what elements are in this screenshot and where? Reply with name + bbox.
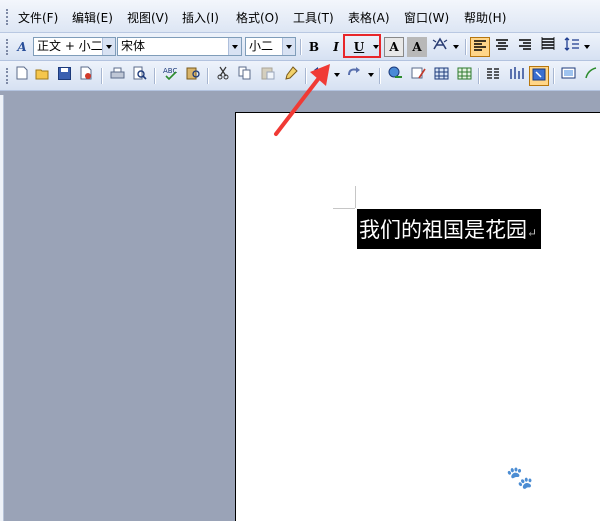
font-dropdown[interactable]: 宋体 — [117, 37, 242, 56]
distributed-align-button[interactable] — [538, 37, 558, 57]
separator — [379, 68, 381, 84]
menu-bar: 文件(F) 编辑(E) 视图(V) 插入(I) 格式(O) 工具(T) 表格(A… — [0, 0, 600, 33]
font-size-value: 小二 — [249, 39, 274, 53]
vertical-ruler — [0, 95, 4, 521]
toolbar-grip[interactable] — [6, 39, 8, 55]
menu-window[interactable]: 窗口(W) — [404, 9, 449, 27]
redo-icon[interactable] — [343, 66, 363, 86]
separator — [101, 68, 103, 84]
chevron-down-icon[interactable] — [228, 38, 241, 55]
chevron-down-icon[interactable] — [282, 38, 295, 55]
paw-icon: 🐾 — [506, 466, 534, 491]
font-value: 宋体 — [121, 39, 146, 53]
separator — [553, 68, 555, 84]
print-icon[interactable] — [107, 66, 127, 86]
separator — [465, 39, 467, 55]
watermark-brand2: 经验 — [533, 462, 586, 492]
line-spacing-dropdown-arrow[interactable] — [584, 45, 590, 49]
baidu-watermark: Bai🐾经验 jingyan.baidu.com — [460, 456, 600, 516]
align-left-button[interactable] — [470, 37, 490, 57]
separator — [154, 68, 156, 84]
style-dropdown[interactable]: 正文 + 小二 — [33, 37, 116, 56]
menu-tools[interactable]: 工具(T) — [293, 9, 334, 27]
hyperlink-icon[interactable] — [385, 66, 405, 86]
document-map-icon[interactable] — [529, 66, 549, 86]
selected-text[interactable]: 我们的祖国是花园↵ — [357, 209, 542, 249]
menu-table[interactable]: 表格(A) — [348, 9, 390, 27]
underline-highlight-box — [343, 34, 381, 58]
menu-format[interactable]: 格式(O) — [236, 9, 279, 27]
crop-mark-horizontal — [333, 208, 355, 209]
separator — [478, 68, 480, 84]
insert-excel-icon[interactable] — [454, 66, 474, 86]
line-spacing-icon[interactable] — [562, 37, 582, 57]
print-preview-icon[interactable] — [130, 66, 150, 86]
paragraph-mark: ↵ — [527, 226, 538, 240]
watermark-brand: Bai — [460, 462, 507, 492]
chevron-down-icon[interactable] — [102, 38, 115, 55]
watermark-url: jingyan.baidu.com — [460, 493, 553, 504]
align-center-button[interactable] — [492, 37, 512, 57]
columns-icon[interactable] — [483, 66, 503, 86]
toolbar-overflow-icon[interactable] — [581, 66, 600, 86]
menu-file[interactable]: 文件(F) — [18, 9, 58, 27]
spelling-icon[interactable]: ABC — [160, 66, 180, 86]
permission-icon[interactable] — [76, 66, 96, 86]
styles-formatting-icon[interactable]: A — [12, 37, 32, 57]
research-icon[interactable] — [183, 66, 203, 86]
cut-icon[interactable] — [213, 66, 233, 86]
character-border-button[interactable]: A — [384, 37, 404, 57]
toolbar-grip[interactable] — [6, 68, 8, 84]
separator — [207, 68, 209, 84]
character-shading-button[interactable]: A — [407, 37, 427, 57]
separator — [300, 39, 302, 55]
tables-borders-icon[interactable] — [408, 66, 428, 86]
style-value: 正文 + 小二 — [37, 39, 103, 53]
save-icon[interactable] — [54, 66, 74, 86]
menu-edit[interactable]: 编辑(E) — [72, 9, 113, 27]
menu-help[interactable]: 帮助(H) — [464, 9, 506, 27]
new-document-icon[interactable] — [12, 66, 32, 86]
text-effects-icon[interactable] — [430, 37, 450, 57]
crop-mark-vertical — [355, 186, 356, 208]
menu-grip[interactable] — [6, 9, 10, 25]
bold-button[interactable]: B — [304, 37, 324, 57]
redo-dropdown-arrow[interactable] — [368, 73, 374, 77]
open-folder-icon[interactable] — [33, 66, 53, 86]
copy-icon[interactable] — [235, 66, 255, 86]
selected-text-content: 我们的祖国是花园 — [359, 218, 527, 242]
drawing-icon[interactable] — [506, 66, 526, 86]
insert-table-icon[interactable] — [431, 66, 451, 86]
annotation-arrow-icon — [274, 64, 330, 136]
formatting-toolbar: A 正文 + 小二 宋体 小二 B I U A A — [0, 33, 600, 61]
text-effects-dropdown-arrow[interactable] — [453, 45, 459, 49]
menu-view[interactable]: 视图(V) — [127, 9, 169, 27]
menu-insert[interactable]: 插入(I) — [182, 9, 219, 27]
font-size-dropdown[interactable]: 小二 — [245, 37, 296, 56]
align-right-button[interactable] — [515, 37, 535, 57]
read-mode-icon[interactable] — [558, 66, 578, 86]
